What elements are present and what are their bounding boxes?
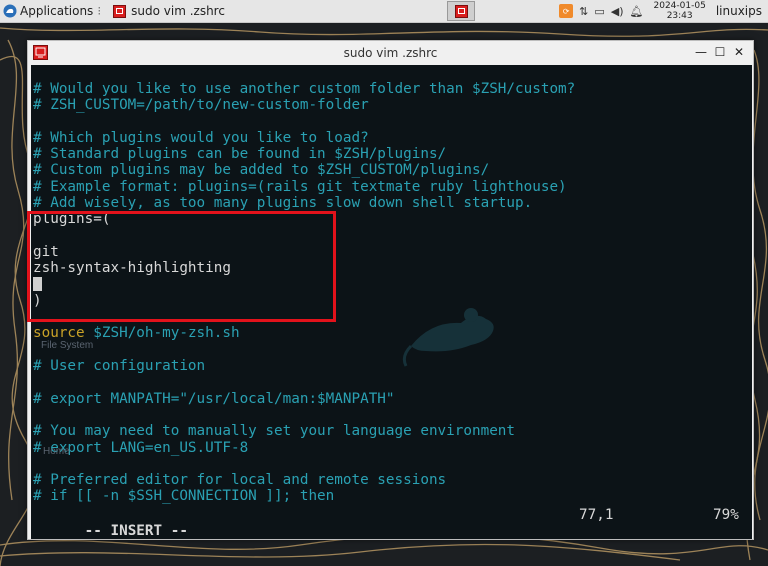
comment-text: # Add wisely, as too many plugins slow d… bbox=[33, 195, 533, 212]
window-titlebar[interactable]: sudo vim .zshrc — ☐ ✕ bbox=[28, 41, 753, 65]
desktop-icon-label-home: Home bbox=[43, 446, 70, 457]
editor-line: # ZSH_CUSTOM=/path/to/new-custom-folder bbox=[33, 97, 575, 113]
comment-text: # Would you like to use another custom f… bbox=[33, 81, 576, 97]
editor-line: # Example format: plugins=(rails git tex… bbox=[33, 179, 575, 195]
panel-separator: ⁝ bbox=[97, 4, 102, 18]
editor-line: source $ZSH/oh-my-zsh.sh bbox=[33, 325, 575, 341]
close-button[interactable]: ✕ bbox=[732, 45, 746, 59]
comment-text: # ZSH_CUSTOM=/path/to/new-custom-folder bbox=[33, 97, 369, 114]
battery-icon[interactable]: ▭ bbox=[594, 5, 604, 18]
vim-status-line: -- INSERT -- 77,1 79% bbox=[33, 507, 748, 539]
volume-icon[interactable]: ◀) bbox=[611, 5, 624, 18]
update-notifier-icon[interactable]: ⟳ bbox=[559, 4, 574, 18]
maximize-button[interactable]: ☐ bbox=[713, 45, 727, 59]
clock[interactable]: 2024-01-05 23:43 bbox=[654, 1, 706, 21]
user-menu[interactable]: linuxips bbox=[716, 4, 762, 18]
editor-line: # Which plugins would you like to load? bbox=[33, 130, 575, 146]
comment-text: # export MANPATH="/usr/local/man:$MANPAT… bbox=[33, 390, 395, 407]
clock-date: 2024-01-05 bbox=[653, 1, 706, 11]
comment-text: # Standard plugins can be found in $ZSH/… bbox=[33, 146, 447, 163]
system-tray: ⟳ ⇅ ▭ ◀) 🔔︎ 2024-01-05 23:43 linuxips bbox=[559, 0, 768, 22]
taskbar-item-terminal[interactable]: sudo vim .zshrc bbox=[105, 0, 233, 22]
xfce-logo-icon bbox=[3, 4, 17, 18]
scroll-percent: 79% bbox=[713, 507, 739, 523]
network-icon[interactable]: ⇅ bbox=[579, 5, 588, 18]
plugins-highlight-box bbox=[27, 211, 336, 322]
editor-line: # You may need to manually set your lang… bbox=[33, 423, 575, 439]
editor-line: # Preferred editor for local and remote … bbox=[33, 472, 575, 488]
comment-text: # You may need to manually set your lang… bbox=[33, 423, 516, 440]
comment-text: # Custom plugins may be added to $ZSH_CU… bbox=[33, 162, 490, 179]
workspace-switcher[interactable] bbox=[447, 1, 475, 21]
editor-line: # User configuration bbox=[33, 358, 575, 374]
comment-text: # Which plugins would you like to load? bbox=[33, 129, 369, 146]
editor-line: # Standard plugins can be found in $ZSH/… bbox=[33, 146, 575, 162]
applications-label: Applications bbox=[20, 4, 94, 18]
vim-mode-indicator: -- INSERT -- bbox=[84, 523, 188, 539]
top-panel: Applications ⁝ sudo vim .zshrc ⟳ ⇅ ▭ ◀) … bbox=[0, 0, 768, 23]
comment-text: # Example format: plugins=(rails git tex… bbox=[33, 178, 567, 195]
clock-time: 23:43 bbox=[666, 11, 693, 21]
editor-line: # export LANG=en_US.UTF-8 bbox=[33, 440, 575, 456]
applications-menu[interactable]: Applications bbox=[0, 0, 93, 22]
editor-line: # Custom plugins may be added to $ZSH_CU… bbox=[33, 162, 575, 178]
terminal-icon bbox=[33, 45, 48, 60]
comment-text: # Preferred editor for local and remote … bbox=[33, 472, 447, 489]
minimize-button[interactable]: — bbox=[694, 45, 708, 59]
editor-line: # Add wisely, as too many plugins slow d… bbox=[33, 195, 575, 211]
comment-text: # if [[ -n $SSH_CONNECTION ]]; then bbox=[33, 488, 335, 505]
terminal-icon bbox=[454, 4, 468, 18]
taskbar-item-label: sudo vim .zshrc bbox=[131, 4, 225, 18]
desktop-icon-label-file-system: File System bbox=[41, 340, 94, 351]
editor-line: # if [[ -n $SSH_CONNECTION ]]; then bbox=[33, 488, 575, 504]
editor-line: # export MANPATH="/usr/local/man:$MANPAT… bbox=[33, 391, 575, 407]
window-title: sudo vim .zshrc bbox=[343, 46, 438, 60]
notifications-icon[interactable]: 🔔︎ bbox=[630, 5, 644, 18]
editor-line: # Would you like to use another custom f… bbox=[33, 81, 575, 97]
code-token: $ZSH/oh-my-zsh.sh bbox=[84, 325, 240, 342]
terminal-icon bbox=[113, 4, 127, 18]
comment-text: # User configuration bbox=[33, 358, 206, 375]
cursor-position: 77,1 bbox=[579, 507, 614, 523]
